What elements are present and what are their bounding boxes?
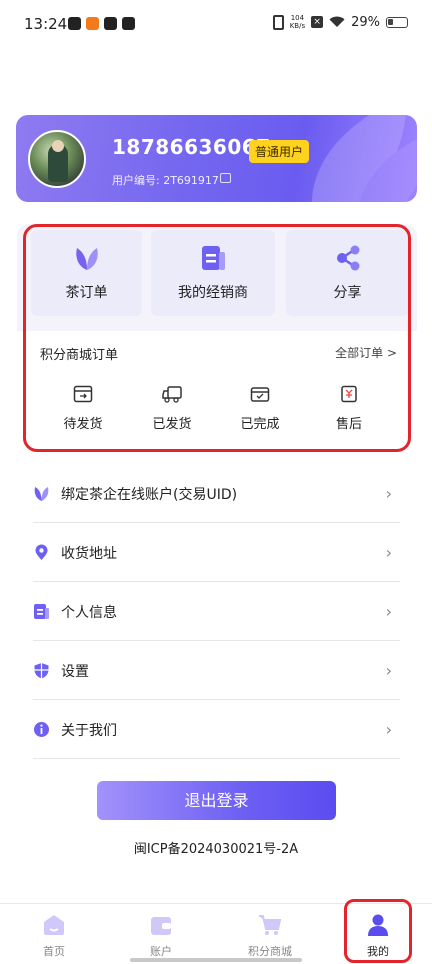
app-notification-icon: [86, 17, 99, 30]
profile-card[interactable]: 18786636067 普通用户 用户编号: 2T691917: [16, 115, 417, 202]
menu-item-label: 绑定茶企在线账户(交易UID): [61, 487, 238, 503]
net-speed-unit: KB/s: [289, 22, 306, 30]
chevron-right-icon: ›: [385, 484, 392, 503]
user-id: 用户编号: 2T691917: [112, 174, 219, 187]
tab-account[interactable]: 账户: [121, 911, 201, 961]
home-indicator[interactable]: [130, 958, 302, 962]
tab-label: 账户: [150, 945, 172, 958]
chevron-right-icon: ›: [385, 602, 392, 621]
net-speed: 104 KB/s: [290, 14, 305, 30]
tab-home[interactable]: 首页: [14, 911, 94, 961]
battery-icon: [386, 16, 408, 28]
copy-icon[interactable]: [220, 173, 231, 183]
cart-icon: [259, 915, 282, 935]
home-icon: [44, 915, 64, 935]
menu-item-address[interactable]: 收货地址 ›: [33, 523, 400, 582]
user-level-badge: 普通用户: [249, 140, 310, 163]
sim-off-icon: ×: [311, 16, 324, 28]
tab-label: 积分商城: [248, 945, 292, 958]
menu-item-label: 收货地址: [61, 546, 117, 562]
tab-label: 首页: [43, 945, 65, 958]
user-phone: 18786636067: [112, 135, 271, 159]
info-icon: [34, 722, 49, 737]
menu-item-label: 设置: [61, 664, 89, 680]
settings-menu: 绑定茶企在线账户(交易UID) › 收货地址 › 个人信息 › 设置 › 关于我…: [33, 464, 400, 759]
wifi-icon: [329, 16, 345, 27]
icp-license[interactable]: 闽ICP备2024030021号-2A: [0, 838, 432, 857]
status-bar: 13:24 104 KB/s × 29%: [0, 0, 432, 50]
tiktok-icon: [68, 17, 81, 30]
shield-icon: [34, 663, 49, 679]
menu-item-settings[interactable]: 设置 ›: [33, 641, 400, 700]
menu-item-bind-account[interactable]: 绑定茶企在线账户(交易UID) ›: [33, 464, 400, 523]
location-pin-icon: [35, 544, 48, 560]
menu-item-personal-info[interactable]: 个人信息 ›: [33, 582, 400, 641]
profile-card-icon: [34, 604, 49, 619]
status-right: 104 KB/s × 29%: [272, 14, 408, 30]
highlight-box: [23, 224, 411, 452]
crown-app-icon: [122, 17, 135, 30]
link-app-icon: [104, 17, 117, 30]
net-speed-value: 104: [290, 14, 305, 22]
wallet-icon: [151, 917, 171, 935]
leaf-icon: [34, 487, 49, 501]
status-time: 13:24: [24, 15, 68, 33]
highlight-box: [344, 899, 412, 963]
chevron-right-icon: ›: [385, 661, 392, 680]
logout-button[interactable]: 退出登录: [97, 781, 336, 820]
chevron-right-icon: ›: [385, 720, 392, 739]
menu-item-about[interactable]: 关于我们 ›: [33, 700, 400, 759]
tab-points-mall[interactable]: 积分商城: [230, 911, 310, 961]
battery-percent: 29%: [351, 14, 380, 30]
menu-item-label: 关于我们: [61, 723, 117, 739]
notification-icons: [68, 17, 135, 30]
chevron-right-icon: ›: [385, 543, 392, 562]
avatar[interactable]: [28, 130, 86, 188]
menu-item-label: 个人信息: [61, 605, 117, 621]
vibrate-icon: [272, 14, 284, 30]
